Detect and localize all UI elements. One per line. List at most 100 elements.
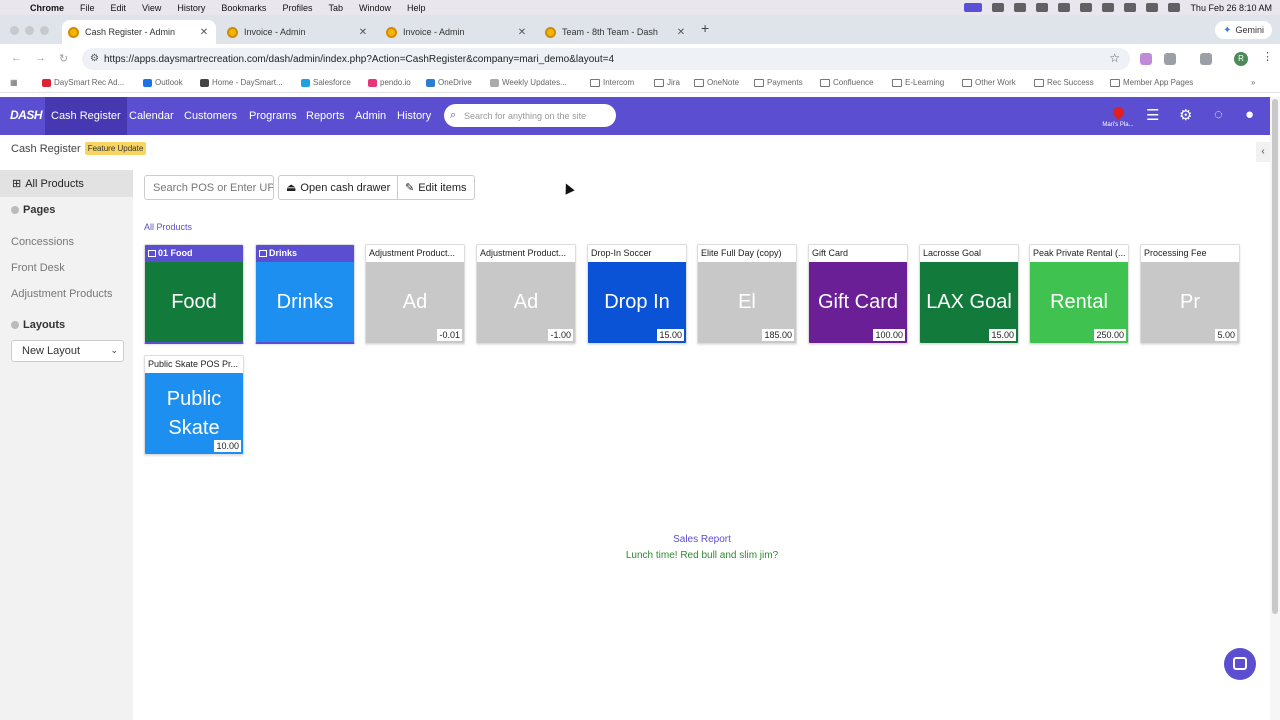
sales-report-label[interactable]: Sales Report — [673, 534, 731, 545]
nav-customers[interactable]: Customers — [178, 97, 243, 135]
menu-view[interactable]: View — [142, 3, 161, 13]
bookmark-star-icon[interactable]: ☆ — [1109, 51, 1120, 65]
extensions-puzzle-icon[interactable] — [1164, 53, 1176, 65]
sales-report-link[interactable]: Sales Report — [0, 534, 1280, 545]
siri-icon[interactable] — [1168, 3, 1181, 12]
tab-team[interactable]: Team - 8th Team - Dash ✕ — [539, 20, 693, 44]
screen-share-icon[interactable] — [964, 3, 983, 12]
site-info-icon[interactable]: ⚙ — [90, 53, 99, 64]
bookmark-folder-rec-success[interactable]: Rec Success — [1034, 78, 1094, 87]
product-tile-processing-fee[interactable]: Processing Fee Pr 5.00 — [1140, 244, 1240, 344]
apps-grid-icon[interactable]: ▦ — [10, 78, 18, 87]
sidebar-item-adjustment-products[interactable]: Adjustment Products — [11, 288, 113, 300]
site-search-input[interactable]: ⌕ Search for anything on the site — [444, 104, 616, 127]
extension-icon[interactable] — [1140, 53, 1152, 65]
close-window-icon[interactable] — [10, 26, 19, 35]
product-tile-gift-card[interactable]: Gift Card Gift Card 100.00 — [808, 244, 908, 344]
dash-logo[interactable]: DASH — [10, 108, 43, 122]
bookmark-daysmart-rec[interactable]: DaySmart Rec Ad... — [42, 78, 124, 87]
location-selector[interactable]: Mari's Pla... — [1100, 104, 1136, 128]
nav-history[interactable]: History — [391, 97, 437, 135]
product-tile-drinks[interactable]: Drinks Drinks — [255, 244, 355, 344]
spotlight-icon[interactable] — [1124, 3, 1137, 12]
product-tile-adjustment-2[interactable]: Adjustment Product... Ad -1.00 — [476, 244, 576, 344]
menu-app[interactable]: Chrome — [30, 3, 64, 13]
checklist-icon[interactable]: ☰ — [1146, 106, 1159, 124]
nav-reports[interactable]: Reports — [300, 97, 351, 135]
reload-icon[interactable]: ↻ — [59, 52, 68, 65]
product-tile-elite-full-day[interactable]: Elite Full Day (copy) El 185.00 — [697, 244, 797, 344]
product-tile-public-skate[interactable]: Public Skate POS Pr... Public Skate 10.0… — [144, 355, 244, 455]
menu-window[interactable]: Window — [359, 3, 391, 13]
nav-admin[interactable]: Admin — [349, 97, 392, 135]
side-panel-icon[interactable] — [1200, 53, 1212, 65]
forward-icon[interactable]: → — [35, 52, 46, 64]
bookmark-pendo[interactable]: pendo.io — [368, 78, 411, 87]
menu-file[interactable]: File — [80, 3, 95, 13]
open-cash-drawer-button[interactable]: ⏏ Open cash drawer — [278, 175, 399, 200]
layout-select[interactable]: New Layout ⌄ — [11, 340, 124, 362]
product-tile-food[interactable]: 01 Food Food — [144, 244, 244, 344]
tab-invoice-1[interactable]: Invoice - Admin ✕ — [221, 20, 375, 44]
record-icon[interactable] — [1058, 3, 1071, 12]
product-tile-adjustment-1[interactable]: Adjustment Product... Ad -0.01 — [365, 244, 465, 344]
menu-bookmarks[interactable]: Bookmarks — [221, 3, 266, 13]
new-tab-icon[interactable]: + — [701, 20, 709, 36]
product-tile-drop-in-soccer[interactable]: Drop-In Soccer Drop In 15.00 — [587, 244, 687, 344]
gear-icon[interactable]: ⚙ — [1179, 106, 1192, 124]
edit-items-button[interactable]: ✎ Edit items — [397, 175, 475, 200]
evernote-icon[interactable] — [1014, 3, 1027, 12]
battery-icon[interactable] — [1080, 3, 1093, 12]
lightbulb-icon[interactable]: ◌ — [1214, 106, 1223, 123]
chrome-menu-icon[interactable]: ⋮ — [1262, 50, 1273, 63]
bookmark-home-daysmart[interactable]: Home - DaySmart... — [200, 78, 283, 87]
profile-avatar[interactable]: R — [1234, 52, 1248, 66]
bookmarks-overflow-icon[interactable]: » — [1251, 78, 1255, 87]
zoom-window-icon[interactable] — [40, 26, 49, 35]
product-tile-lacrosse-goal[interactable]: Lacrosse Goal LAX Goal 15.00 — [919, 244, 1019, 344]
bookmark-folder-onenote[interactable]: OneNote — [694, 78, 739, 87]
user-icon[interactable]: ● — [1245, 106, 1254, 123]
bookmark-folder-confluence[interactable]: Confluence — [820, 78, 873, 87]
wifi-icon[interactable] — [1102, 3, 1115, 12]
url-bar[interactable]: ⚙ https://apps.daysmartrecreation.com/da… — [82, 48, 1130, 70]
tab-close-icon[interactable]: ✕ — [675, 27, 687, 38]
bookmark-onedrive[interactable]: OneDrive — [426, 78, 472, 87]
tab-close-icon[interactable]: ✕ — [516, 27, 528, 38]
all-products-breadcrumb-link[interactable]: All Products — [144, 222, 192, 232]
menu-help[interactable]: Help — [407, 3, 426, 13]
minimize-window-icon[interactable] — [25, 26, 34, 35]
menu-history[interactable]: History — [177, 3, 205, 13]
page-scrollbar[interactable] — [1270, 97, 1280, 720]
bookmark-folder-other-work[interactable]: Other Work — [962, 78, 1016, 87]
bookmark-weekly-updates[interactable]: Weekly Updates... — [490, 78, 567, 87]
bookmark-folder-elearning[interactable]: E-Learning — [892, 78, 944, 87]
bookmark-folder-jira[interactable]: Jira — [654, 78, 680, 87]
bookmark-folder-intercom[interactable]: Intercom — [590, 78, 634, 87]
scrollbar-thumb[interactable] — [1272, 99, 1278, 614]
tab-invoice-2[interactable]: Invoice - Admin ✕ — [380, 20, 534, 44]
bookmark-salesforce[interactable]: Salesforce — [301, 78, 351, 87]
menu-edit[interactable]: Edit — [111, 3, 127, 13]
pos-search-input[interactable]: Search POS or Enter UPC — [144, 175, 274, 200]
bookmark-folder-member-app[interactable]: Member App Pages — [1110, 78, 1193, 87]
sidebar-item-concessions[interactable]: Concessions — [11, 236, 74, 248]
back-icon[interactable]: ← — [11, 52, 22, 64]
sidebar-item-all-products[interactable]: ⊞ All Products — [0, 170, 133, 197]
chat-support-button[interactable] — [1224, 648, 1256, 680]
cloud-icon[interactable] — [992, 3, 1005, 12]
tab-close-icon[interactable]: ✕ — [198, 27, 210, 38]
collapse-panel-button[interactable]: ‹ — [1256, 142, 1270, 162]
bookmark-outlook[interactable]: Outlook — [143, 78, 183, 87]
control-center-icon[interactable] — [1146, 3, 1159, 12]
bookmark-folder-payments[interactable]: Payments — [754, 78, 803, 87]
feature-update-badge[interactable]: Feature Update — [84, 142, 147, 155]
nav-calendar[interactable]: Calendar — [123, 97, 180, 135]
sidebar-item-front-desk[interactable]: Front Desk — [11, 262, 65, 274]
app-tray-icon[interactable] — [1036, 3, 1049, 12]
product-tile-peak-rental[interactable]: Peak Private Rental (... Rental 250.00 — [1029, 244, 1129, 344]
nav-cash-register[interactable]: Cash Register — [45, 97, 127, 135]
tab-close-icon[interactable]: ✕ — [357, 27, 369, 38]
menu-tab[interactable]: Tab — [328, 3, 343, 13]
nav-programs[interactable]: Programs — [243, 97, 303, 135]
